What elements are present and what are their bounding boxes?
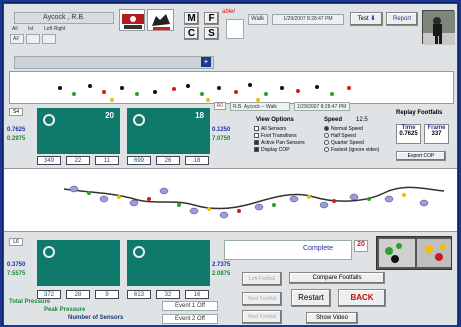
left-tag: S4 xyxy=(9,108,23,116)
event1-field[interactable]: Event 1 Off xyxy=(162,301,218,311)
footfall-timeline xyxy=(9,71,454,104)
view-option-foot-transitions[interactable]: Foot Transitions xyxy=(254,133,318,140)
frame-box: Frame 337 xyxy=(424,124,449,144)
mode-field[interactable] xyxy=(226,19,244,39)
walk-date-field: 1/29/2007 8:28:47 PM xyxy=(272,14,344,25)
session-date-field: 1/29/2007 8:28:47 PM xyxy=(294,102,350,111)
cell-right-count: 18 xyxy=(195,111,204,120)
speed-normal[interactable]: Normal Speed xyxy=(324,126,390,133)
pressure-map-2: 18 xyxy=(127,108,210,154)
video-thumbnail xyxy=(422,10,455,45)
walk-label: Walk xyxy=(248,14,268,25)
speed-fastest[interactable]: Fastest (ignore video) xyxy=(324,147,390,154)
bottom-tag: L6 xyxy=(9,238,23,246)
m-button[interactable]: M xyxy=(184,12,199,25)
view-options-title: View Options xyxy=(256,117,294,123)
stat-box: 613 xyxy=(127,290,151,299)
sub-tag-all: All xyxy=(12,26,18,32)
pressure-map-3 xyxy=(37,240,120,286)
event2-field[interactable]: Event 2 Off xyxy=(162,314,218,324)
sub-field-2[interactable] xyxy=(26,34,40,44)
stat-box: 349 xyxy=(37,156,61,165)
s-button[interactable]: S xyxy=(204,27,219,40)
peak-pressure-label: Peak Pressure xyxy=(44,307,86,313)
test-label: Test xyxy=(357,16,369,22)
stat-box: 9 xyxy=(95,290,119,299)
patient-name-field: Aycock , R.B. xyxy=(14,12,114,24)
foot-sensor-icon xyxy=(43,246,55,258)
foot-legend xyxy=(376,236,452,270)
back-button[interactable]: BACK xyxy=(338,289,386,307)
pressure-map-1: 20 xyxy=(37,108,120,154)
right-value-blue: 0.1250 xyxy=(212,127,231,133)
view-option-active-pan[interactable]: Active Pan Sensors xyxy=(254,140,318,147)
info-tag: R0 xyxy=(214,102,226,110)
complete-field: Complete xyxy=(224,240,352,260)
speed-quarter[interactable]: Quarter Speed xyxy=(324,140,390,147)
sub-tag-left-right: Left Right xyxy=(44,26,66,32)
foot-sensor-icon xyxy=(43,114,55,126)
plus-icon[interactable]: + xyxy=(201,57,211,67)
bottom-value-blue: 0.3750 xyxy=(7,262,26,268)
arrow-down-icon: ⬇ xyxy=(370,16,376,22)
view-options-list: All Sensors Foot Transitions Active Pan … xyxy=(254,126,318,154)
stat-box: 26 xyxy=(156,156,180,165)
total-pressure-label: Total Pressure xyxy=(9,299,51,305)
stat-box: 18 xyxy=(185,156,209,165)
stat-box: 16 xyxy=(185,290,209,299)
sub-tag-ist: Ist xyxy=(28,26,34,32)
speed-value: 12.5 xyxy=(356,117,368,123)
time-box: Time 0.7625 xyxy=(396,124,421,144)
f-button[interactable]: F xyxy=(204,12,219,25)
left-value-blue: 0.7625 xyxy=(7,127,26,133)
number-sensors-label: Number of Sensors xyxy=(68,315,124,321)
sub-field-3[interactable] xyxy=(42,34,56,44)
bottom-right-blue: 2.7375 xyxy=(212,262,231,268)
complete-label: Complete xyxy=(303,245,333,252)
foot-sensor-icon xyxy=(133,114,145,126)
left-value-green: 0.2975 xyxy=(7,136,26,142)
stat-box: 372 xyxy=(37,290,61,299)
speed-title: Speed xyxy=(324,117,343,123)
left-footfall-button[interactable]: Left Footfall xyxy=(242,272,282,286)
view-option-display-cop[interactable]: Display COP xyxy=(254,147,318,154)
pressure-map-4 xyxy=(127,240,210,286)
logo-icon xyxy=(119,9,145,31)
report-button[interactable]: Report xyxy=(386,12,418,26)
replay-title: Replay Footfalls xyxy=(396,110,443,116)
mode-label: ablel xyxy=(222,9,235,15)
bottom-right-green: 2.0875 xyxy=(212,271,231,277)
cell-top-count: 20 xyxy=(105,111,114,120)
stat-box: 22 xyxy=(66,156,90,165)
complete-value: 20 xyxy=(354,240,368,252)
timeline-field[interactable] xyxy=(14,56,214,69)
compare-footfalls-button[interactable]: Compare Footfalls xyxy=(289,272,385,284)
foot-sensor-icon xyxy=(133,246,145,258)
speed-half[interactable]: Half Speed xyxy=(324,133,390,140)
horse-logo-icon xyxy=(147,9,174,31)
next-footfall-button[interactable]: Next Footfall xyxy=(242,292,282,306)
bottom-value-green: 7.5575 xyxy=(7,271,26,277)
right-value-green: 7.0750 xyxy=(212,136,231,142)
restart-button[interactable]: Restart xyxy=(291,289,331,307)
c-button[interactable]: C xyxy=(184,27,199,40)
sub-field-1[interactable]: AF xyxy=(10,34,24,44)
next-footfall-button-2[interactable]: Next Footfall xyxy=(242,310,282,324)
test-button[interactable]: Test ⬇ xyxy=(350,12,383,26)
stat-box: 699 xyxy=(127,156,151,165)
session-field: R.B. Aycock -- Walk xyxy=(230,102,290,111)
view-option-all-sensors[interactable]: All Sensors xyxy=(254,126,318,133)
speed-list: Normal Speed Half Speed Quarter Speed Fa… xyxy=(324,126,390,154)
show-video-button[interactable]: Show Video xyxy=(306,312,358,324)
walkway-view xyxy=(4,168,457,232)
stat-box: 11 xyxy=(95,156,119,165)
app-window: Aycock , R.B. M F C S ablel Walk 1/29/20… xyxy=(4,4,457,325)
stat-box: 28 xyxy=(66,290,90,299)
stat-box: 32 xyxy=(156,290,180,299)
export-cop-button[interactable]: Export COP xyxy=(396,151,446,161)
